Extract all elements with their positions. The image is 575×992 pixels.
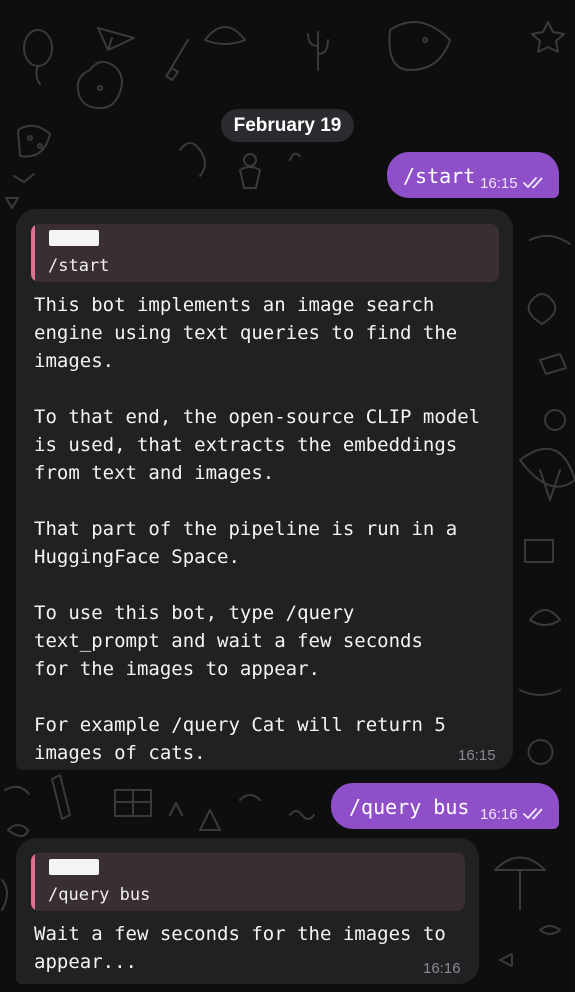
date-separator: February 19 (221, 109, 354, 142)
incoming-message[interactable]: /query bus Wait a few seconds for the im… (16, 838, 479, 984)
read-double-check-icon (523, 177, 543, 189)
message-time: 16:15 (458, 747, 496, 764)
reply-accent-bar (31, 224, 35, 282)
reply-sender-redacted (49, 230, 99, 246)
outgoing-message[interactable]: /query bus 16:16 (331, 783, 559, 829)
message-text: /start (403, 164, 476, 188)
reply-quote[interactable]: /start (31, 224, 499, 282)
read-double-check-icon (523, 808, 543, 820)
chat-area: February 19 /start 16:15 /start This bot… (0, 0, 575, 992)
message-text: Wait a few seconds for the images to app… (34, 923, 446, 973)
message-time: 16:15 (480, 175, 518, 192)
message-time: 16:16 (480, 806, 518, 823)
reply-quote[interactable]: /query bus (31, 853, 465, 911)
reply-text: /start (48, 256, 110, 276)
message-time: 16:16 (423, 960, 461, 977)
reply-text: /query bus (48, 885, 151, 905)
outgoing-message[interactable]: /start 16:15 (387, 152, 559, 198)
message-text: /query bus (349, 795, 470, 819)
reply-accent-bar (31, 853, 35, 911)
message-text: This bot implements an image search engi… (34, 294, 481, 764)
reply-sender-redacted (49, 859, 99, 875)
incoming-message[interactable]: /start This bot implements an image sear… (16, 209, 513, 770)
